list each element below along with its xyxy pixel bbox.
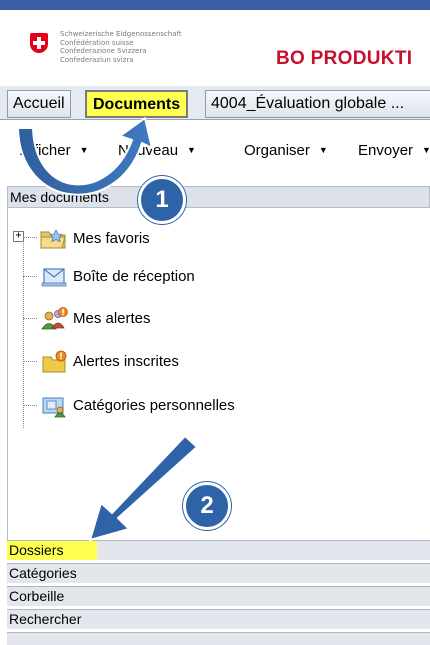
mes-documents-panel-header[interactable]: Mes documents	[7, 186, 430, 208]
tree-connector	[23, 318, 37, 319]
tree-connector	[23, 405, 37, 406]
tree-connector	[23, 276, 37, 277]
afficher-label: Afficher	[20, 142, 71, 159]
tree-item-categories-personnelles[interactable]: Catégories personnelles	[8, 392, 408, 420]
confederation-logo-text: Schweizerische Eidgenossenschaft Confédé…	[60, 30, 182, 64]
confederation-line: Schweizerische Eidgenossenschaft	[60, 30, 182, 38]
step-2-badge: 2	[183, 482, 231, 530]
dropdown-caret-icon: ▼	[422, 145, 430, 155]
tree-item-label: Mes favoris	[73, 230, 150, 247]
confederation-line: Confederaziun svizra	[60, 55, 134, 64]
inbox-icon	[41, 268, 67, 287]
dropdown-caret-icon: ▼	[79, 145, 89, 155]
tree-item-label: Boîte de réception	[73, 268, 195, 285]
tree-item-boite-de-reception[interactable]: Boîte de réception	[8, 263, 408, 291]
section-rechercher[interactable]: Rechercher	[7, 609, 430, 629]
tab-accueil[interactable]: Accueil	[7, 90, 71, 118]
nouveau-label: Nouveau	[118, 142, 179, 159]
top-accent-bar	[0, 0, 430, 10]
envoyer-menu-button[interactable]: Envoyer ▼	[358, 142, 430, 159]
organiser-menu-button[interactable]: Organiser ▼	[244, 142, 328, 159]
organiser-label: Organiser	[244, 142, 310, 159]
personal-categories-icon	[42, 397, 66, 418]
tree-item-mes-alertes[interactable]: Mes alertes	[8, 305, 408, 333]
step-1-badge: 1	[138, 176, 186, 224]
afficher-menu-button[interactable]: Afficher ▼	[20, 142, 89, 159]
alerts-icon	[41, 307, 68, 330]
tree-item-mes-favoris[interactable]: + Mes favoris	[8, 224, 408, 252]
swiss-cross-logo-icon	[30, 33, 48, 53]
tree-item-label: Catégories personnelles	[73, 397, 235, 414]
tab-bar: Accueil Documents 4004_Évaluation global…	[0, 86, 430, 120]
tree-item-label: Mes alertes	[73, 310, 151, 327]
tab-documents[interactable]: Documents	[85, 90, 189, 118]
confederation-line: Confederazione Svizzera	[60, 47, 147, 55]
confederation-line: Confédération suisse	[60, 38, 134, 47]
subscribed-alerts-icon	[42, 350, 67, 373]
tree-connector	[23, 237, 37, 238]
section-categories[interactable]: Catégories	[7, 563, 430, 583]
dropdown-caret-icon: ▼	[318, 145, 328, 155]
tree-connector	[23, 361, 37, 362]
toolbar: Afficher ▼ Nouveau ▼ Organiser ▼ Envoyer ▼	[0, 120, 430, 186]
tree-item-label: Alertes inscrites	[73, 353, 179, 370]
tab-evaluation-globale[interactable]: 4004_Évaluation globale ...	[205, 90, 430, 118]
section-footer-strip	[7, 632, 430, 645]
section-dossiers[interactable]: Dossiers	[7, 540, 430, 560]
envoyer-label: Envoyer	[358, 142, 414, 159]
section-corbeille[interactable]: Corbeille	[7, 586, 430, 606]
folder-favorites-icon	[40, 229, 66, 249]
nouveau-menu-button[interactable]: Nouveau ▼	[118, 142, 196, 159]
tree-item-alertes-inscrites[interactable]: Alertes inscrites	[8, 348, 408, 376]
app-brand-title: BO PRODUKTI	[276, 48, 413, 69]
dropdown-caret-icon: ▼	[187, 145, 196, 155]
